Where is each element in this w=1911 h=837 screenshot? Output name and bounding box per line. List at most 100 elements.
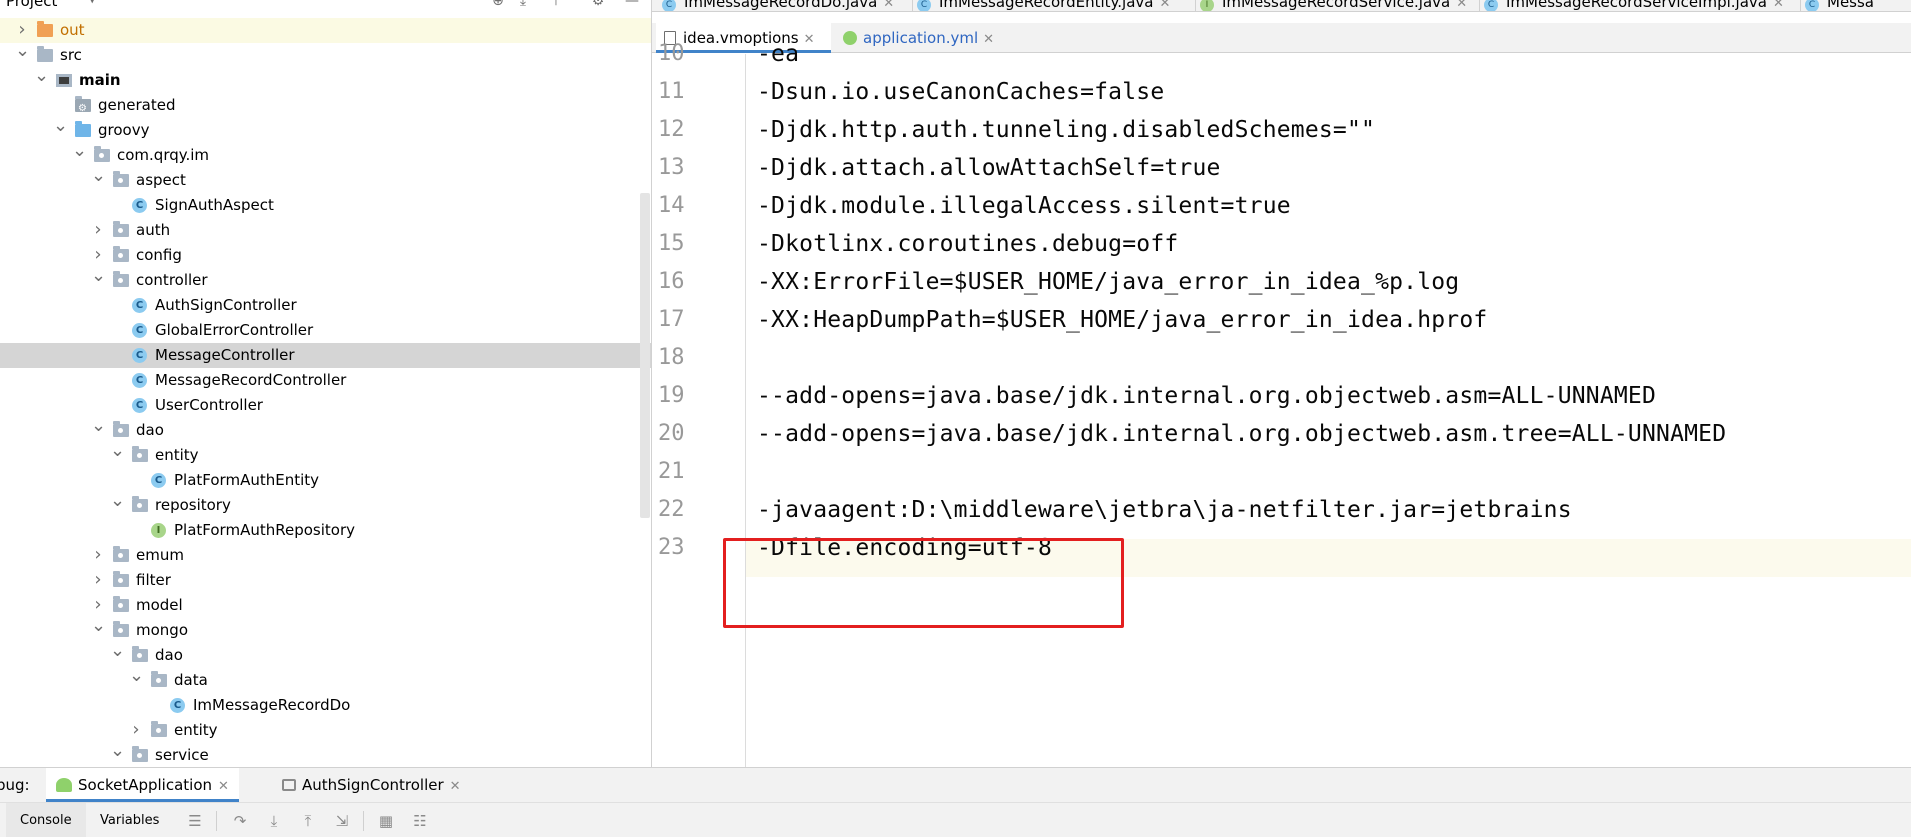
tree-item[interactable]: entity xyxy=(0,718,652,743)
tree-item[interactable]: out xyxy=(0,18,652,43)
code-line[interactable]: -Dkotlinx.coroutines.debug=off xyxy=(757,225,1178,263)
chevron-down-icon[interactable] xyxy=(91,618,105,645)
expand-all-icon[interactable]: ⤓ xyxy=(514,0,532,10)
close-icon[interactable]: ✕ xyxy=(218,779,229,794)
tree-item[interactable]: C ImMessageRecordDo xyxy=(0,693,652,718)
tree-item[interactable]: I PlatFormAuthRepository xyxy=(0,518,652,543)
chevron-right-icon[interactable] xyxy=(91,543,105,570)
chevron-down-icon[interactable] xyxy=(91,168,105,195)
close-icon[interactable]: ✕ xyxy=(983,32,994,47)
code-line[interactable]: -Djdk.attach.allowAttachSelf=true xyxy=(757,149,1221,187)
editor-tab[interactable]: C ImMessageRecordServiceImpl.java ✕ xyxy=(1484,0,1801,11)
tab-socket-application[interactable]: SocketApplication ✕ xyxy=(46,768,239,802)
step-into-icon[interactable]: ⤓ xyxy=(265,812,283,830)
tree-item[interactable]: C MessageController xyxy=(0,343,652,368)
evaluate-expression-icon[interactable]: ▦ xyxy=(377,812,395,830)
run-to-cursor-icon[interactable]: ⇲ xyxy=(333,812,351,830)
chevron-down-icon[interactable] xyxy=(110,743,124,767)
tab-label: Messa xyxy=(1827,0,1874,11)
chevron-down-icon[interactable] xyxy=(129,668,143,695)
tree-item[interactable]: groovy xyxy=(0,118,652,143)
code-line[interactable]: -javaagent:D:\middleware\jetbra\ja-netfi… xyxy=(757,491,1572,529)
variables-tab[interactable]: Variables xyxy=(100,803,159,837)
collapse-all-icon[interactable]: ⤒ xyxy=(547,0,565,10)
tree-item-label: repository xyxy=(155,496,231,514)
code-line[interactable]: -Djdk.http.auth.tunneling.disabledScheme… xyxy=(757,111,1375,149)
tab-application-yml[interactable]: application.yml ✕ xyxy=(835,23,1025,53)
close-icon[interactable]: ✕ xyxy=(1773,0,1784,11)
editor-tab[interactable]: I ImMessageRecordService.java ✕ xyxy=(1200,0,1480,11)
chevron-down-icon[interactable] xyxy=(110,443,124,470)
tree-item[interactable]: entity xyxy=(0,443,652,468)
close-icon[interactable]: ✕ xyxy=(804,32,815,47)
tree-item[interactable]: main xyxy=(0,68,652,93)
code-line[interactable]: -Dsun.io.useCanonCaches=false xyxy=(757,73,1164,111)
class-icon: C xyxy=(917,0,931,11)
class-icon: C xyxy=(1805,0,1819,11)
code-line[interactable]: --add-opens=java.base/jdk.internal.org.o… xyxy=(757,415,1726,453)
debug-config-icon xyxy=(282,779,296,791)
console-tab[interactable]: Console xyxy=(6,803,86,837)
tree-item[interactable]: dao xyxy=(0,418,652,443)
tree-item[interactable]: aspect xyxy=(0,168,652,193)
gear-icon[interactable]: ⚙ xyxy=(589,0,607,10)
step-out-icon[interactable]: ⤒ xyxy=(299,812,317,830)
tree-item[interactable]: filter xyxy=(0,568,652,593)
tree-item[interactable]: dao xyxy=(0,643,652,668)
close-icon[interactable]: ✕ xyxy=(450,779,461,794)
project-panel-scrollbar[interactable] xyxy=(640,193,650,518)
project-panel-title[interactable]: Project xyxy=(6,0,57,10)
line-number: 19 xyxy=(658,383,685,408)
chevron-down-icon[interactable] xyxy=(72,143,86,170)
tree-item[interactable]: C PlatFormAuthEntity xyxy=(0,468,652,493)
tree-item[interactable]: src xyxy=(0,43,652,68)
tree-item[interactable]: C SignAuthAspect xyxy=(0,193,652,218)
chevron-down-icon[interactable]: ▼ xyxy=(88,0,96,5)
chevron-down-icon[interactable] xyxy=(110,643,124,670)
tree-item[interactable]: C AuthSignController xyxy=(0,293,652,318)
code-line[interactable]: -Djdk.module.illegalAccess.silent=true xyxy=(757,187,1291,225)
tree-item[interactable]: auth xyxy=(0,218,652,243)
hide-icon[interactable]: — xyxy=(623,0,641,10)
code-line[interactable]: -ea xyxy=(757,35,799,73)
line-number: 18 xyxy=(658,345,685,370)
package-icon xyxy=(113,221,129,237)
chevron-down-icon[interactable] xyxy=(110,493,124,520)
code-line[interactable]: --add-opens=java.base/jdk.internal.org.o… xyxy=(757,377,1656,415)
tree-item[interactable]: controller xyxy=(0,268,652,293)
chevron-right-icon[interactable] xyxy=(91,218,105,245)
chevron-down-icon[interactable] xyxy=(53,118,67,145)
chevron-down-icon[interactable] xyxy=(34,68,48,95)
tree-item[interactable]: mongo xyxy=(0,618,652,643)
tree-item[interactable]: C MessageRecordController xyxy=(0,368,652,393)
chevron-right-icon[interactable] xyxy=(129,718,143,745)
code-line[interactable]: -XX:ErrorFile=$USER_HOME/java_error_in_i… xyxy=(757,263,1459,301)
menu-icon[interactable]: ☰ xyxy=(186,812,204,830)
editor-tab[interactable]: C ImMessageRecordDo.java ✕ xyxy=(662,0,913,11)
tree-item[interactable]: data xyxy=(0,668,652,693)
editor-tab[interactable]: C Messa xyxy=(1805,0,1911,11)
trace-icon[interactable]: ☷ xyxy=(411,812,429,830)
package-icon xyxy=(113,246,129,262)
tree-item[interactable]: emum xyxy=(0,543,652,568)
locate-icon[interactable]: ⊕ xyxy=(489,0,507,10)
chevron-down-icon[interactable] xyxy=(15,43,29,70)
tree-item[interactable]: generated xyxy=(0,93,652,121)
tree-item[interactable]: service xyxy=(0,743,652,767)
editor-tab[interactable]: C ImMessageRecordEntity.java ✕ xyxy=(917,0,1196,11)
tree-item-label: PlatFormAuthRepository xyxy=(174,521,355,539)
step-over-icon[interactable]: ↷ xyxy=(231,812,249,830)
tree-item[interactable]: repository xyxy=(0,493,652,518)
chevron-down-icon[interactable] xyxy=(91,418,105,445)
tree-item-label: auth xyxy=(136,221,171,239)
package-icon xyxy=(132,746,148,762)
chevron-right-icon[interactable] xyxy=(91,568,105,595)
code-line[interactable]: -XX:HeapDumpPath=$USER_HOME/java_error_i… xyxy=(757,301,1487,339)
close-icon[interactable]: ✕ xyxy=(1456,0,1467,11)
code-editor[interactable]: 10 -ea 11 -Dsun.io.useCanonCaches=false 12 -D… xyxy=(652,41,1911,767)
close-icon[interactable]: ✕ xyxy=(1159,0,1170,11)
tab-auth-sign-controller[interactable]: AuthSignController ✕ xyxy=(272,768,471,802)
chevron-down-icon[interactable] xyxy=(91,268,105,295)
close-icon[interactable]: ✕ xyxy=(883,0,894,11)
tree-item[interactable]: C GlobalErrorController xyxy=(0,318,652,343)
